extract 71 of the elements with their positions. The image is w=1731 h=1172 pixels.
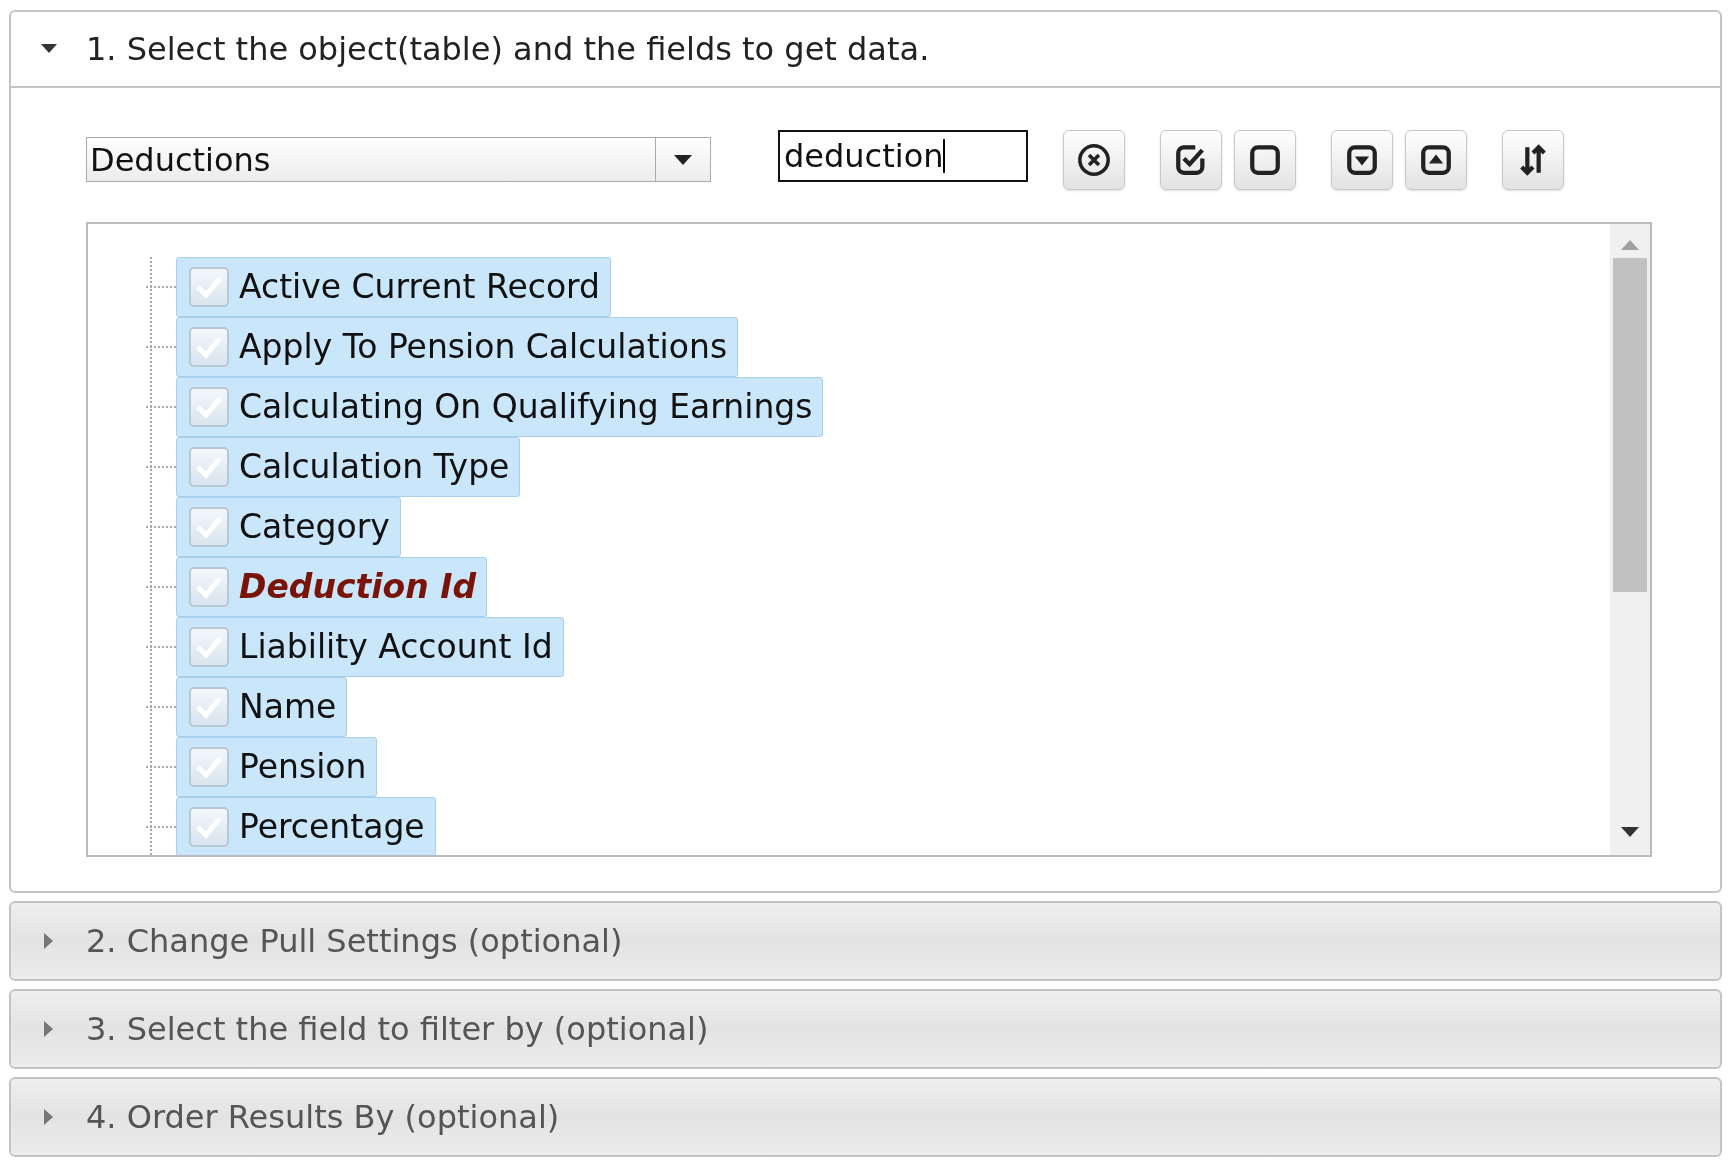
checkbox[interactable] (189, 387, 229, 427)
checkbox[interactable] (189, 567, 229, 607)
checkbox[interactable] (189, 627, 229, 667)
field-item[interactable]: Name (176, 677, 348, 737)
square-icon (1248, 142, 1282, 177)
field-item[interactable]: Calculation Type (176, 437, 521, 497)
check-icon (195, 515, 223, 539)
accordion-header[interactable]: 2. Change Pull Settings (optional) (11, 903, 1720, 979)
checkbox[interactable] (189, 327, 229, 367)
check-icon (195, 455, 223, 479)
check-icon (195, 575, 223, 599)
section-title: 2. Change Pull Settings (optional) (86, 921, 623, 962)
check-icon (195, 395, 223, 419)
collapse-all-button[interactable] (1405, 129, 1467, 190)
check-icon (195, 335, 223, 359)
field-label: Category (239, 506, 390, 549)
field-label: Name (239, 686, 337, 729)
field-item[interactable]: Percentage (176, 797, 436, 855)
caret-down-icon (40, 44, 57, 54)
accordion-header[interactable]: 4. Order Results By (optional) (11, 1079, 1720, 1155)
field-item[interactable]: Liability Account Id (176, 617, 564, 677)
field-item[interactable]: Category (176, 497, 401, 557)
search-field[interactable]: deduction (778, 129, 1028, 182)
scroll-thumb[interactable] (1613, 258, 1647, 592)
field-label: Deduction Id (239, 566, 477, 609)
checkbox[interactable] (189, 747, 229, 787)
checkbox[interactable] (189, 267, 229, 307)
section-title: 4. Order Results By (optional) (86, 1097, 560, 1138)
field-item[interactable]: Pension (176, 737, 378, 797)
check-icon (195, 815, 223, 839)
expand-all-button[interactable] (1331, 129, 1393, 190)
section-title: 3. Select the field to filter by (optional) (86, 1009, 709, 1050)
dropdown-value: Deductions (89, 139, 272, 181)
field-label: Percentage (239, 806, 425, 849)
circle-x-icon (1077, 142, 1111, 177)
field-item[interactable]: Calculating On Qualifying Earnings (176, 377, 824, 437)
caret-right-icon (44, 1021, 53, 1037)
caret-right-icon (44, 1109, 53, 1125)
square-down-icon (1345, 142, 1379, 177)
caret-down-icon (674, 154, 692, 165)
accordion-header[interactable]: 3. Select the field to filter by (optional) (11, 991, 1720, 1067)
field-label: Calculating On Qualifying Earnings (239, 386, 813, 429)
caret-right-icon (44, 933, 53, 949)
checkbox[interactable] (189, 447, 229, 487)
field-label: Calculation Type (239, 446, 510, 489)
sort-button[interactable] (1502, 129, 1564, 190)
check-icon (195, 635, 223, 659)
object-dropdown[interactable]: Deductions (86, 137, 711, 182)
checkbox[interactable] (189, 807, 229, 847)
clear-button[interactable] (1063, 129, 1125, 190)
scrollbar[interactable] (1610, 224, 1650, 855)
uncheck-all-button[interactable] (1234, 129, 1296, 190)
checkbox[interactable] (189, 687, 229, 727)
check-all-button[interactable] (1160, 129, 1222, 190)
field-label: Liability Account Id (239, 626, 553, 669)
field-label: Active Current Record (239, 266, 601, 309)
field-label: Pension (239, 746, 367, 789)
scroll-down-icon[interactable] (1621, 827, 1639, 837)
field-label: Apply To Pension Calculations (239, 326, 728, 369)
check-icon (195, 275, 223, 299)
field-item[interactable]: Deduction Id (176, 557, 488, 617)
scroll-up-icon[interactable] (1621, 240, 1639, 250)
field-item[interactable]: Apply To Pension Calculations (176, 317, 739, 377)
accordion-header[interactable]: 1. Select the object(table) and the fields to get data. (11, 12, 1720, 88)
field-item[interactable]: Active Current Record (176, 257, 612, 317)
section-title: 1. Select the object(table) and the fields to get data. (86, 29, 930, 70)
check-icon (195, 695, 223, 719)
square-up-icon (1419, 142, 1453, 177)
search-value: deduction (784, 139, 944, 172)
check-icon (195, 755, 223, 779)
checkbox[interactable] (189, 507, 229, 547)
